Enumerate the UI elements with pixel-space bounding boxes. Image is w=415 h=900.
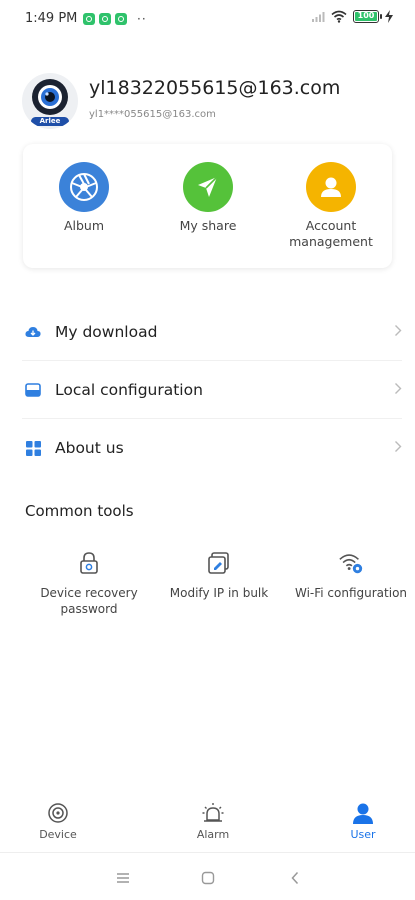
settings-menu: My download Local configuration About us [0, 303, 415, 477]
share-icon [183, 162, 233, 212]
system-navigation-bar [0, 852, 415, 900]
notification-app-icon [83, 13, 95, 25]
back-button[interactable] [284, 867, 306, 889]
tab-label: User [350, 828, 376, 841]
status-time: 1:49 PM [25, 11, 78, 26]
back-icon [291, 871, 299, 885]
status-right: 100 [311, 10, 393, 23]
home-icon [201, 871, 215, 885]
alarm-icon [200, 800, 226, 826]
battery-level: 100 [357, 11, 375, 20]
user-icon [350, 800, 376, 826]
account-management-button[interactable]: Account management [276, 162, 386, 250]
wifi-icon [331, 10, 347, 23]
album-button[interactable]: Album [29, 162, 139, 234]
menu-icon [117, 873, 129, 883]
chevron-right-icon [395, 383, 402, 394]
menu-label: My download [55, 322, 158, 341]
status-notifications: ·· [83, 12, 147, 26]
more-notifications-icon: ·· [137, 12, 147, 26]
bottom-tab-bar: Device Alarm User [0, 795, 415, 850]
menu-item-local-configuration[interactable]: Local configuration [22, 361, 402, 419]
signal-icon [312, 11, 325, 22]
menu-label: About us [55, 439, 124, 457]
profile-header[interactable]: Arlee yl18322055615@163.com yl1****05561… [22, 73, 402, 129]
home-button[interactable] [197, 867, 219, 889]
quick-actions-card: Album My share Account management [23, 144, 392, 268]
lock-icon [76, 550, 102, 576]
avatar[interactable]: Arlee [22, 73, 78, 129]
grid-icon [24, 439, 42, 457]
tab-device[interactable]: Device [13, 795, 103, 841]
my-share-button[interactable]: My share [153, 162, 263, 234]
chevron-right-icon [395, 325, 402, 336]
cloud-download-icon [24, 323, 42, 341]
edit-ip-icon [206, 550, 232, 576]
menu-item-my-download[interactable]: My download [22, 303, 402, 361]
tab-label: Alarm [196, 828, 230, 841]
device-icon [45, 800, 71, 826]
menu-item-about-us[interactable]: About us [22, 419, 402, 477]
wifi-config-icon [338, 550, 364, 576]
profile-account: yl1****055615@163.com [89, 109, 216, 120]
charging-icon [385, 10, 393, 23]
battery-icon: 100 [353, 10, 382, 23]
profile-name: yl18322055615@163.com [89, 77, 341, 99]
wifi-configuration-button[interactable]: Wi-Fi configuration [285, 550, 415, 601]
tab-user[interactable]: User [318, 795, 408, 841]
notification-app-icon [99, 13, 111, 25]
tool-label: Device recovery password [40, 586, 138, 616]
tab-label: Device [39, 828, 77, 841]
tab-alarm[interactable]: Alarm [168, 795, 258, 841]
notification-app-icon [115, 13, 127, 25]
folder-icon [24, 381, 42, 399]
album-label: Album [63, 218, 105, 233]
avatar-brand-text: Arlee [39, 117, 61, 125]
device-recovery-password-button[interactable]: Device recovery password [23, 550, 155, 617]
common-tools-title: Common tools [25, 502, 134, 520]
chevron-right-icon [395, 441, 402, 452]
tool-label: Wi-Fi configuration [294, 586, 408, 600]
recents-button[interactable] [112, 867, 134, 889]
menu-label: Local configuration [55, 380, 203, 399]
my-share-label: My share [179, 218, 237, 233]
account-icon [306, 162, 356, 212]
account-management-label: Account management [289, 218, 373, 249]
tool-label: Modify IP in bulk [169, 586, 269, 600]
status-bar: 1:49 PM ·· 100 [0, 0, 415, 38]
modify-ip-in-bulk-button[interactable]: Modify IP in bulk [153, 550, 285, 601]
album-icon [59, 162, 109, 212]
